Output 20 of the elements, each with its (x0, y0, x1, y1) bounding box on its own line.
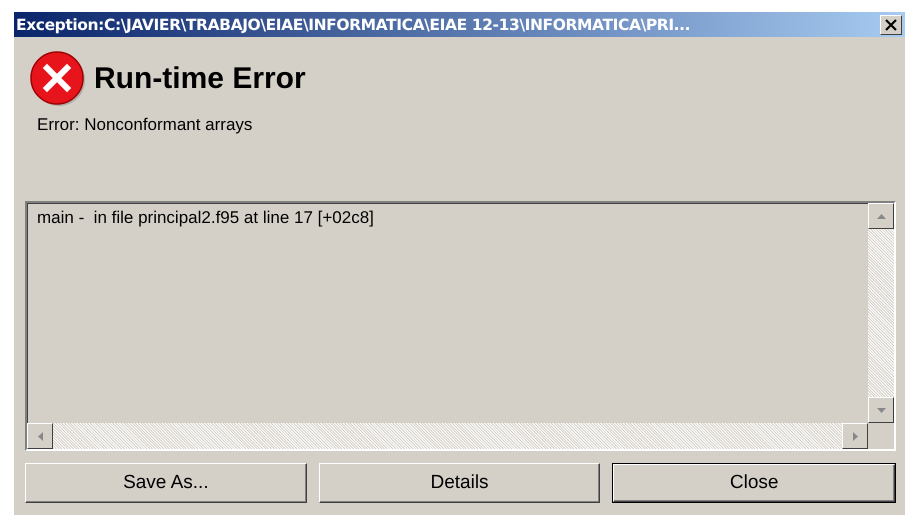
error-icon (30, 51, 88, 107)
up-arrow-icon (876, 214, 886, 218)
scroll-right-button[interactable] (842, 423, 868, 449)
scroll-up-button[interactable] (868, 203, 894, 229)
horizontal-scrollbar[interactable] (27, 423, 868, 449)
window-title: Exception:C:\JAVIER\TRABAJO\EIAE\INFORMATICA\EIAE 12-13\INFORMATICA\PRI... (16, 16, 690, 34)
down-arrow-icon (876, 408, 886, 412)
scroll-down-button[interactable] (868, 397, 894, 423)
vertical-scrollbar[interactable] (868, 203, 894, 423)
right-arrow-icon (852, 432, 858, 440)
dialog-button[interactable]: Close (612, 463, 896, 503)
scroll-left-button[interactable] (27, 423, 53, 449)
error-message: Error: Nonconformant arrays (37, 115, 254, 135)
close-icon (884, 18, 898, 30)
dialog-button[interactable]: Save As... (25, 463, 307, 503)
dialog-button[interactable]: Details (318, 463, 600, 503)
error-heading: Run-time Error (94, 62, 306, 96)
trace-line: main - in file principal2.f95 at line 17 [+02c8] (37, 208, 375, 228)
close-button[interactable] (880, 14, 902, 34)
left-arrow-icon (38, 432, 42, 440)
